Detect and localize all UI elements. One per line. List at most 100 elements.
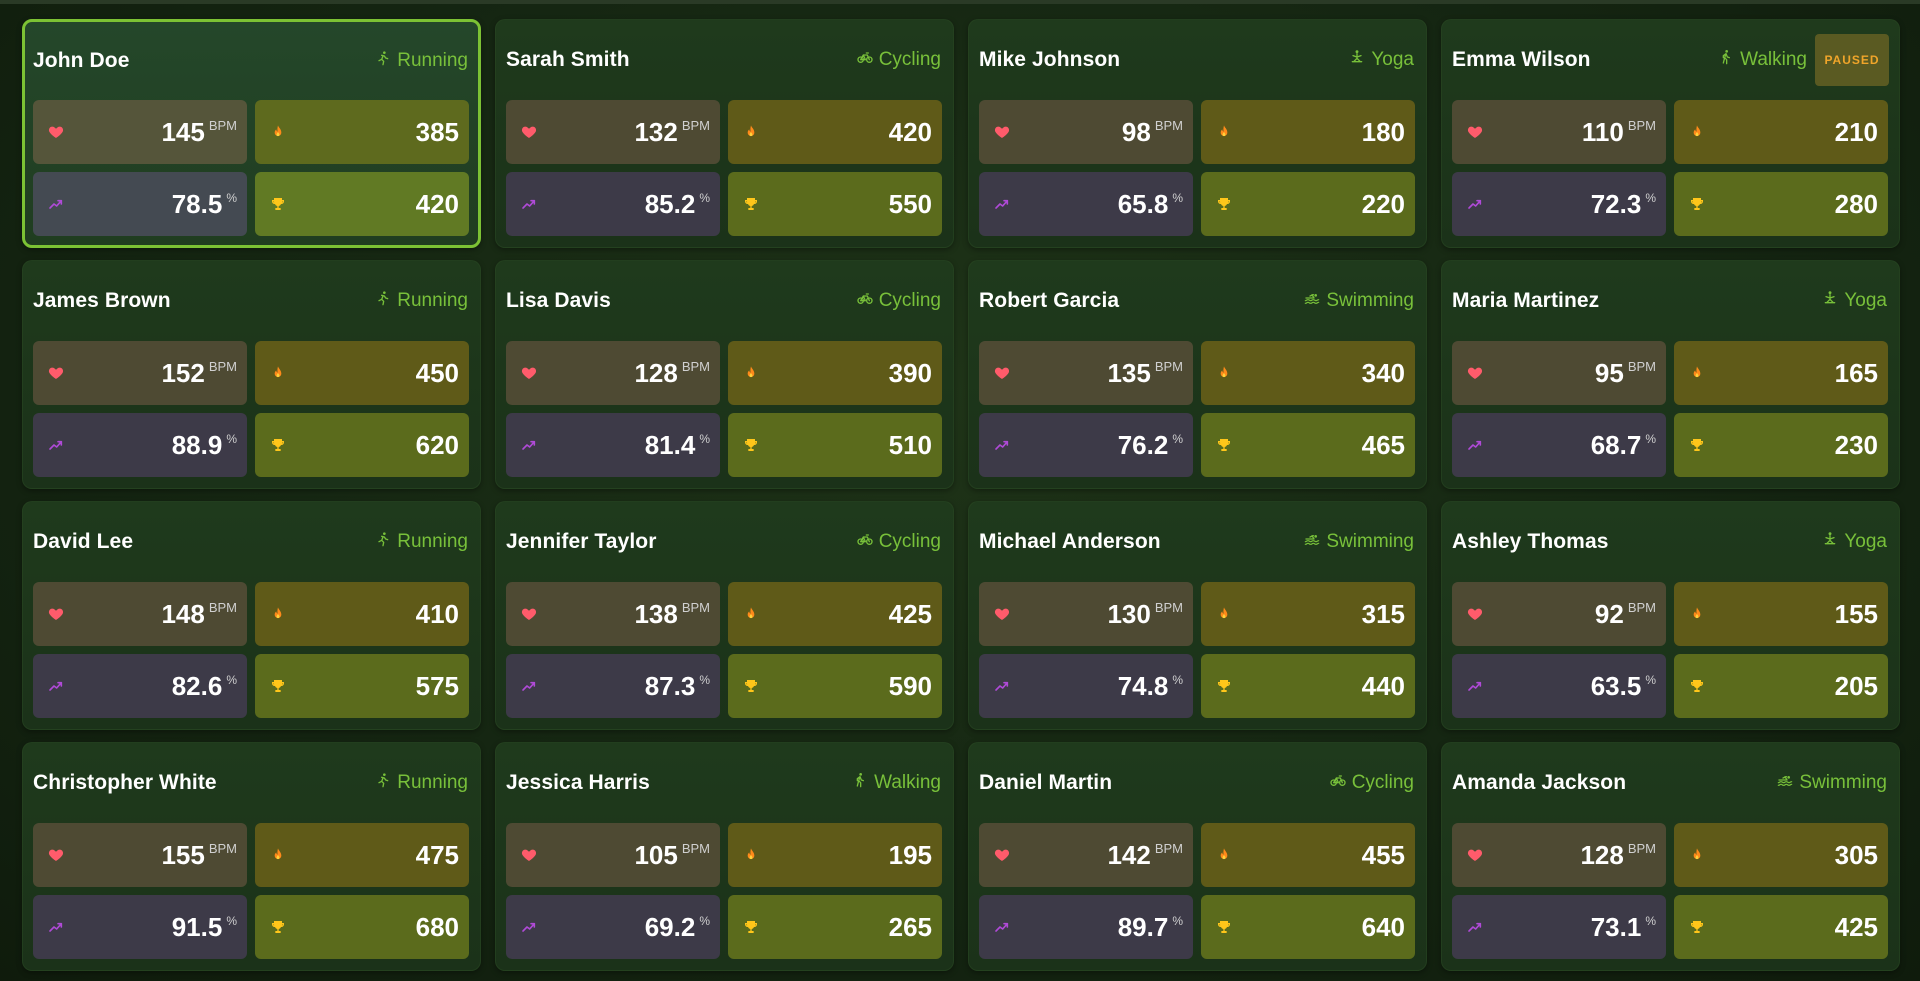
- participant-card[interactable]: David Lee Running 148 BPM 410 82.6 % 575: [22, 501, 481, 730]
- efficiency-tile: 78.5 %: [33, 172, 247, 236]
- activity-name: Cycling: [878, 531, 941, 552]
- activity-name: Swimming: [1326, 531, 1414, 552]
- trophy-icon: [1215, 436, 1233, 454]
- score-value: 230: [1835, 431, 1878, 459]
- score-value: 550: [889, 190, 932, 218]
- score-tile: 575: [255, 654, 469, 718]
- calories-tile: 165: [1674, 341, 1888, 405]
- participant-name: Christopher White: [33, 771, 217, 794]
- participant-card[interactable]: Maria Martinez Yoga 95 BPM 165 68.7 % 23…: [1441, 260, 1900, 489]
- efficiency-tile: 63.5 %: [1452, 654, 1666, 718]
- stats-grid: 128 BPM 305 73.1 % 425: [1452, 823, 1889, 959]
- calories-number: 450: [415, 358, 459, 388]
- heart-rate-tile: 128 BPM: [1452, 823, 1666, 887]
- activity-label: Swimming: [1304, 290, 1414, 312]
- stats-grid: 110 BPM 210 72.3 % 280: [1452, 100, 1889, 236]
- heart-rate-number: 148: [161, 599, 205, 629]
- trend-up-icon: [993, 436, 1011, 454]
- calories-value: 165: [1835, 359, 1878, 387]
- calories-number: 340: [1361, 358, 1405, 388]
- running-icon: [375, 290, 391, 312]
- calories-value: 390: [889, 359, 932, 387]
- efficiency-tile: 68.7 %: [1452, 413, 1666, 477]
- score-value: 440: [1362, 672, 1405, 700]
- heart-icon: [993, 364, 1011, 382]
- participant-card[interactable]: Michael Anderson Swimming 130 BPM 315 74…: [968, 501, 1427, 730]
- trend-up-icon: [520, 918, 538, 936]
- heart-rate-unit: BPM: [208, 359, 237, 374]
- efficiency-unit: %: [226, 191, 237, 205]
- calories-number: 210: [1834, 117, 1878, 147]
- activity-name: Cycling: [1351, 772, 1414, 793]
- swimming-icon: [1777, 772, 1793, 794]
- calories-tile: 475: [255, 823, 469, 887]
- activity-label: Walking: [1718, 49, 1807, 71]
- activity-name: Running: [397, 531, 468, 552]
- participant-card[interactable]: Jessica Harris Walking 105 BPM 195 69.2 …: [495, 742, 954, 971]
- participant-card[interactable]: Ashley Thomas Yoga 92 BPM 155 63.5 % 205: [1441, 501, 1900, 730]
- participant-name: Sarah Smith: [506, 48, 630, 71]
- participant-name: Daniel Martin: [979, 771, 1113, 794]
- score-tile: 205: [1674, 654, 1888, 718]
- efficiency-number: 88.9: [171, 430, 223, 460]
- heart-rate-value: 132 BPM: [634, 118, 710, 146]
- score-value: 205: [1835, 672, 1878, 700]
- calories-number: 475: [415, 840, 459, 870]
- cycling-icon: [857, 531, 873, 553]
- trend-up-icon: [993, 918, 1011, 936]
- heart-rate-value: 135 BPM: [1107, 359, 1183, 387]
- participant-card[interactable]: Daniel Martin Cycling 142 BPM 455 89.7 %…: [968, 742, 1427, 971]
- score-number: 280: [1834, 189, 1878, 219]
- participant-card[interactable]: Mike Johnson Yoga 98 BPM 180 65.8 % 220: [968, 19, 1427, 248]
- heart-rate-tile: 152 BPM: [33, 341, 247, 405]
- flame-icon: [742, 364, 760, 382]
- efficiency-value: 87.3 %: [645, 672, 710, 700]
- heart-rate-number: 155: [161, 840, 205, 870]
- heart-rate-value: 142 BPM: [1107, 841, 1183, 869]
- efficiency-value: 81.4 %: [645, 431, 710, 459]
- participant-card[interactable]: Emma Wilson Walking PAUSED 110 BPM 210 7…: [1441, 19, 1900, 248]
- participant-card[interactable]: James Brown Running 152 BPM 450 88.9 % 6…: [22, 260, 481, 489]
- calories-value: 315: [1362, 600, 1405, 628]
- card-header-right: Cycling: [857, 49, 941, 71]
- participant-card[interactable]: Jennifer Taylor Cycling 138 BPM 425 87.3…: [495, 501, 954, 730]
- score-tile: 220: [1201, 172, 1415, 236]
- calories-tile: 155: [1674, 582, 1888, 646]
- calories-tile: 385: [255, 100, 469, 164]
- participant-card[interactable]: Amanda Jackson Swimming 128 BPM 305 73.1…: [1441, 742, 1900, 971]
- calories-value: 340: [1362, 359, 1405, 387]
- efficiency-unit: %: [699, 191, 710, 205]
- stats-grid: 105 BPM 195 69.2 % 265: [506, 823, 943, 959]
- participant-card[interactable]: Christopher White Running 155 BPM 475 91…: [22, 742, 481, 971]
- efficiency-number: 81.4: [644, 430, 696, 460]
- cycling-icon: [857, 290, 873, 312]
- efficiency-number: 82.6: [171, 671, 223, 701]
- score-tile: 680: [255, 895, 469, 959]
- participant-card[interactable]: Lisa Davis Cycling 128 BPM 390 81.4 % 51…: [495, 260, 954, 489]
- efficiency-unit: %: [226, 432, 237, 446]
- participant-card[interactable]: John Doe Running 145 BPM 385 78.5 % 420: [22, 19, 481, 248]
- efficiency-tile: 69.2 %: [506, 895, 720, 959]
- card-header: Ashley Thomas Yoga: [1452, 502, 1889, 582]
- calories-number: 425: [888, 599, 932, 629]
- heart-rate-number: 132: [634, 117, 678, 147]
- score-number: 420: [415, 189, 459, 219]
- efficiency-number: 63.5: [1590, 671, 1642, 701]
- activity-label: Running: [375, 290, 468, 312]
- participant-card[interactable]: Sarah Smith Cycling 132 BPM 420 85.2 % 5…: [495, 19, 954, 248]
- card-header: Maria Martinez Yoga: [1452, 261, 1889, 341]
- trend-up-icon: [47, 195, 65, 213]
- heart-rate-unit: BPM: [1627, 118, 1656, 133]
- heart-rate-value: 138 BPM: [634, 600, 710, 628]
- activity-name: Walking: [874, 772, 941, 793]
- card-header: Sarah Smith Cycling: [506, 20, 943, 100]
- heart-rate-value: 92 BPM: [1595, 600, 1656, 628]
- heart-rate-number: 152: [161, 358, 205, 388]
- activity-label: Cycling: [857, 49, 941, 71]
- participant-card[interactable]: Robert Garcia Swimming 135 BPM 340 76.2 …: [968, 260, 1427, 489]
- swimming-icon: [1304, 290, 1320, 312]
- calories-number: 385: [415, 117, 459, 147]
- activity-label: Cycling: [857, 531, 941, 553]
- heart-icon: [993, 605, 1011, 623]
- card-header: Michael Anderson Swimming: [979, 502, 1416, 582]
